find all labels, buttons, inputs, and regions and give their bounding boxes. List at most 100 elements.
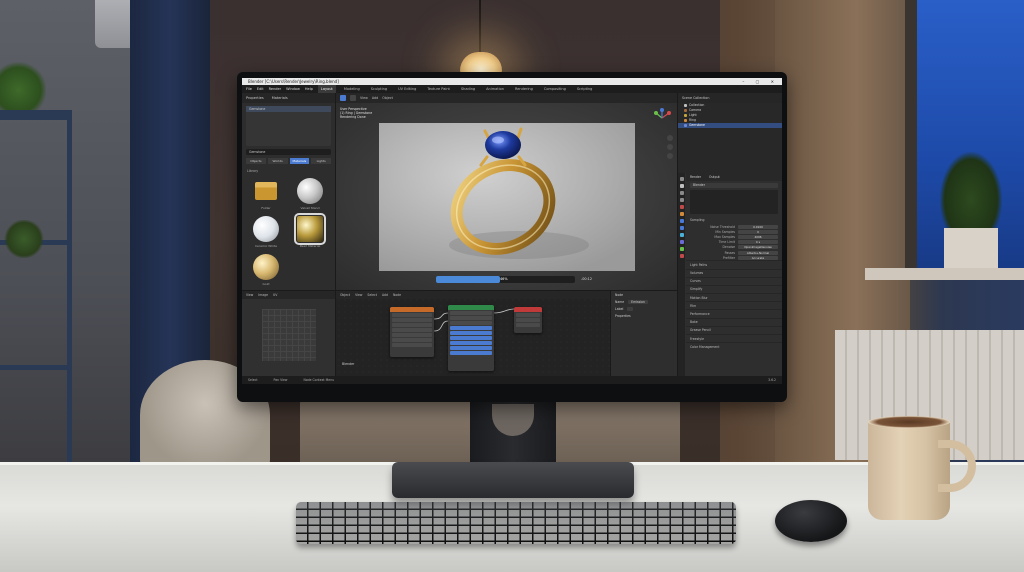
node-header — [448, 305, 494, 310]
panel-color-management[interactable]: Color Management — [686, 342, 782, 350]
modifier-tab-icon[interactable] — [679, 219, 684, 223]
menu-help[interactable]: Help — [305, 85, 313, 93]
menu-edit[interactable]: Edit — [257, 85, 264, 93]
property-label: Max Samples — [714, 234, 735, 239]
window-sill — [865, 268, 1024, 280]
outliner-item-selected[interactable]: Gemstone — [678, 123, 782, 128]
panel-light-paths[interactable]: Light Paths — [686, 260, 782, 268]
header-materials[interactable]: Materials — [272, 93, 288, 103]
side-panel-section[interactable]: Properties — [611, 313, 677, 320]
panel-bake[interactable]: Bake — [686, 317, 782, 326]
physics-tab-icon[interactable] — [679, 233, 684, 237]
menu-window[interactable]: Window — [286, 85, 300, 93]
panel-simplify[interactable]: Simplify — [686, 284, 782, 293]
tab-compositing[interactable]: Compositing — [541, 85, 569, 93]
uv-menu-image[interactable]: Image — [258, 291, 268, 299]
move-tool-icon[interactable] — [350, 95, 356, 101]
material-sphere-icon — [253, 216, 279, 242]
tab-modeling[interactable]: Modeling — [341, 85, 363, 93]
asset-velvet-stand[interactable]: Velvet Stand — [291, 178, 329, 210]
asset-ceramic-white[interactable]: Ceramic White — [247, 216, 285, 248]
property-value[interactable]: 0.0100 — [738, 224, 778, 229]
tab-objects[interactable]: Objects — [246, 158, 266, 164]
world-tab-icon[interactable] — [679, 205, 684, 209]
panel-volumes[interactable]: Volumes — [686, 268, 782, 277]
menu-view[interactable]: View — [360, 93, 368, 103]
tab-texture-paint[interactable]: Texture Paint — [424, 85, 453, 93]
camera-icon[interactable] — [667, 153, 673, 159]
pan-icon[interactable] — [667, 144, 673, 150]
asset-folder[interactable]: Folder — [247, 178, 285, 210]
uv-menu-uv[interactable]: UV — [273, 291, 277, 299]
constraint-tab-icon[interactable] — [679, 240, 684, 244]
properties-body: Render Output Blender Sampling Noise Thr… — [686, 173, 782, 384]
tab-sculpting[interactable]: Sculpting — [368, 85, 390, 93]
shader-node-editor[interactable]: Object View Select Add Node Blender — [336, 290, 610, 376]
property-value[interactable]: 4096 — [738, 234, 778, 239]
tab-rendering[interactable]: Rendering — [512, 85, 536, 93]
property-label: Time Limit — [718, 240, 735, 245]
scene-tab-icon[interactable] — [679, 198, 684, 202]
section-sampling[interactable]: Sampling — [686, 216, 782, 224]
menu-render[interactable]: Render — [269, 85, 281, 93]
node-name-field[interactable]: Emission — [628, 299, 648, 304]
uv-editor[interactable]: View Image UV — [242, 290, 336, 376]
menu-object[interactable]: Object — [382, 93, 393, 103]
property-value[interactable]: 0 — [738, 229, 778, 234]
asset-pearl-material[interactable]: Pearl Material — [291, 213, 329, 248]
tab-lights[interactable]: Lights — [311, 158, 331, 164]
principled-bsdf-node[interactable] — [448, 305, 494, 371]
tab-shading[interactable]: Shading — [458, 85, 478, 93]
data-tab-icon[interactable] — [679, 247, 684, 251]
material-tab-icon[interactable] — [679, 254, 684, 258]
tab-layout[interactable]: Layout — [317, 85, 336, 93]
asset-gold[interactable]: Gold — [247, 254, 285, 286]
tab-uv-editing[interactable]: UV Editing — [395, 85, 419, 93]
panel-motion-blur[interactable]: Motion Blur — [686, 293, 782, 301]
navigation-gizmo-icon[interactable] — [651, 107, 673, 129]
object-name-field[interactable]: Blender — [690, 183, 778, 188]
asset-search-input[interactable]: Gemstone — [246, 149, 331, 155]
render-tab-icon[interactable] — [679, 184, 684, 188]
panel-freestyle[interactable]: Freestyle — [686, 334, 782, 342]
node-socket-row — [392, 333, 432, 337]
tab-animation[interactable]: Animation — [483, 85, 507, 93]
panel-curves[interactable]: Curves — [686, 276, 782, 285]
node-socket-row — [392, 343, 432, 347]
tab-worlds[interactable]: Worlds — [267, 158, 288, 164]
menu-file[interactable]: File — [246, 85, 252, 93]
properties-editor: Render Output Blender Sampling Noise Thr… — [677, 173, 782, 384]
select-tool-icon[interactable] — [340, 95, 346, 101]
property-value[interactable]: Accurate — [738, 255, 778, 260]
tab-materials[interactable]: Materials — [289, 158, 310, 164]
property-value[interactable]: OpenImageDenoise — [738, 245, 778, 250]
node-socket-row — [392, 323, 432, 327]
zoom-icon[interactable] — [667, 135, 673, 141]
asset-list-item[interactable]: Gemstone — [246, 106, 331, 112]
3d-viewport[interactable]: View Add Object User Perspective (1) Rin… — [336, 93, 677, 290]
menu-add[interactable]: Add — [372, 93, 378, 103]
status-hint-pan: Pan View — [273, 378, 288, 382]
monitor-base — [392, 462, 634, 498]
panel-film[interactable]: Film — [686, 301, 782, 309]
particles-tab-icon[interactable] — [679, 226, 684, 230]
material-output-node[interactable] — [514, 307, 542, 333]
node-socket-row — [516, 318, 540, 322]
lamp-cord — [479, 0, 481, 55]
window-controls[interactable]: – ▢ ✕ — [742, 78, 779, 85]
output-tab-icon[interactable] — [679, 191, 684, 195]
material-sphere-icon — [294, 213, 326, 245]
panel-grease-pencil[interactable]: Grease Pencil — [686, 325, 782, 334]
texture-node[interactable] — [390, 307, 434, 357]
property-value[interactable]: 0 s — [738, 240, 778, 245]
object-tab-icon[interactable] — [679, 212, 684, 216]
properties-tab-render[interactable]: Render — [690, 173, 701, 181]
properties-tab-output[interactable]: Output — [709, 173, 720, 181]
node-label-field[interactable] — [627, 306, 634, 311]
tab-scripting[interactable]: Scripting — [574, 85, 596, 93]
tool-tab-icon[interactable] — [679, 177, 684, 181]
panel-performance[interactable]: Performance — [686, 309, 782, 317]
uv-menu-view[interactable]: View — [246, 291, 253, 299]
header-properties[interactable]: Properties — [246, 93, 264, 103]
property-value[interactable]: Albedo+Normal — [738, 250, 778, 255]
